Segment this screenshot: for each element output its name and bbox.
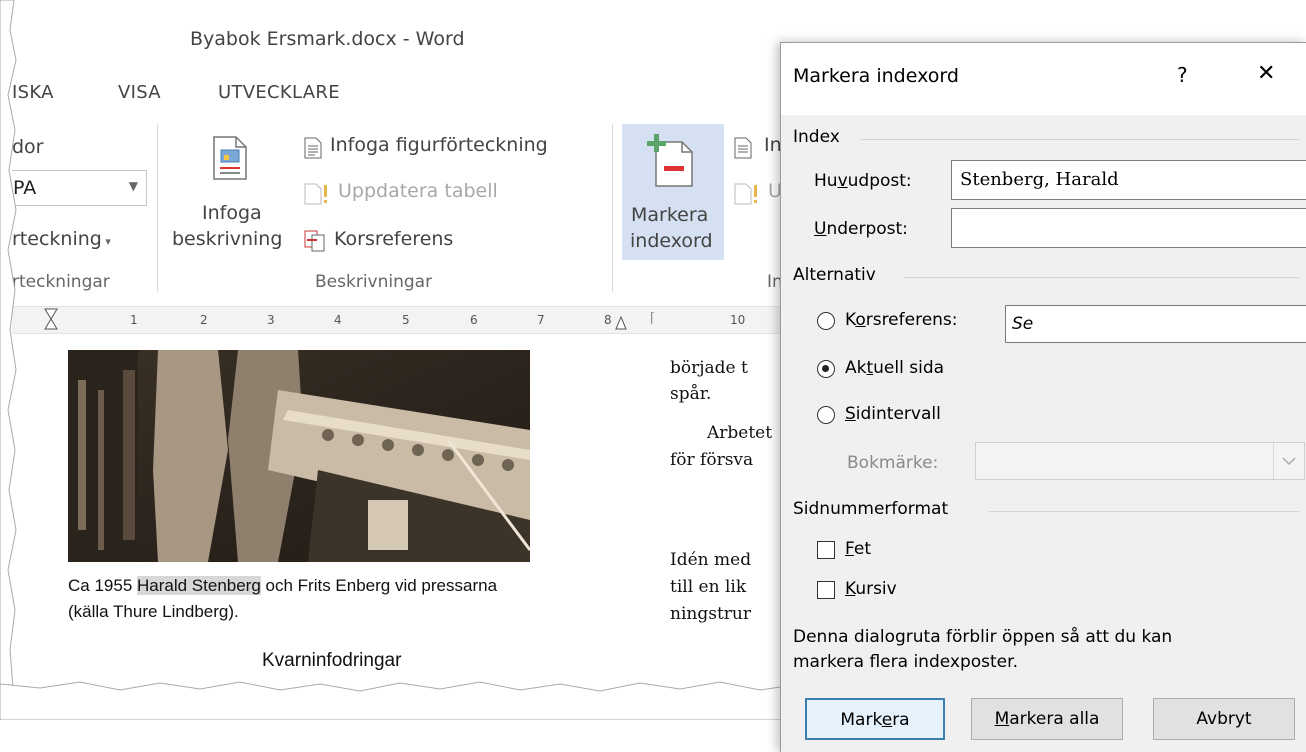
markera-indexord-button[interactable]: Markera indexord [622,124,724,260]
window-title: Byabok Ersmark.docx - Word [190,28,465,50]
info-text-line1: Denna dialogruta förblir öppen så att du… [793,627,1173,647]
ruler-number: 8 [604,313,612,327]
body-text-line: spår. [670,384,712,404]
section-index-label: Index [793,127,840,147]
fet-label: Fet [845,539,871,559]
ribbon-separator [612,124,613,292]
update-index-icon [734,183,757,205]
style-dropdown[interactable]: PA ▼ [12,170,147,206]
bokmarke-label: Bokmärke: [847,453,939,473]
column-marker-icon[interactable]: ⌈ [650,311,655,326]
section-sidnummerformat-label: Sidnummerformat [793,499,949,519]
close-button[interactable]: ✕ [1257,61,1275,86]
section-alternativ-label: Alternativ [793,265,876,285]
torn-edge-left [0,0,17,700]
chevron-down-icon: ▾ [101,235,111,248]
body-text-line: Arbetet [707,423,773,443]
infoga-index-label: In [764,134,782,156]
caption-pre: Ca 1955 [68,576,137,595]
mark-index-entry-dialog: Markera indexord ? ✕ Index Huvudpost: St… [780,42,1306,752]
underpost-input[interactable] [951,208,1306,248]
caption-icon [213,136,247,180]
body-text-line: ningstrur [670,604,751,624]
horizontal-ruler[interactable]: 1 2 3 4 5 6 7 8 ⌈ 10 [12,306,780,334]
infoga-beskrivning-line1: Infoga [202,202,262,224]
sidintervall-label: Sidintervall [845,404,941,424]
caption-post: och Frits Enberg vid pressarna [260,576,498,595]
section-divider [903,277,1299,278]
document-photo [68,350,530,562]
chevron-down-icon: ▼ [128,179,138,193]
caption-highlight: Harald Stenberg [137,576,261,595]
tab-visa[interactable]: VISA [118,82,161,103]
chevron-down-icon [1282,457,1296,466]
ruler-number: 5 [402,313,410,327]
body-text-line: började t [670,358,748,378]
section-heading: Kvarninfodringar [262,650,402,671]
markera-alla-button[interactable]: Markera alla [971,698,1123,740]
huvudpost-value: Stenberg, Harald [960,169,1119,190]
section-divider [989,511,1299,512]
korsreferens-radio-label: Korsreferens: [845,310,958,330]
underpost-label: Underpost: [814,219,908,239]
dialog-title: Markera indexord [793,65,959,87]
ribbon-separator [157,124,158,292]
mark-entry-icon [647,134,693,187]
infoga-beskrivning-button[interactable]: Infoga beskrivning [172,132,292,260]
bokmarke-dropdown-arrow [1273,443,1304,479]
help-button[interactable]: ? [1177,63,1188,87]
ruler-number: 3 [267,313,275,327]
body-text-line: Idén med [670,550,752,570]
markera-button[interactable]: Markera [805,698,945,740]
update-table-icon [304,183,327,205]
korsreferens-value: Se [1012,314,1034,334]
section-divider [861,139,1299,140]
body-text-line: för försva [670,450,754,470]
kursiv-label: Kursiv [845,579,897,599]
ruler-number: 1 [130,313,138,327]
bokmarke-select [975,442,1305,480]
aktuell-sida-radio[interactable] [817,360,835,378]
ruler-number: 4 [334,313,342,327]
body-text-line: till en lik [670,577,747,597]
ruler-number: 6 [470,313,478,327]
sidintervall-radio[interactable] [817,406,835,424]
dialog-titlebar[interactable]: Markera indexord ? ✕ [781,43,1306,115]
ruler-number: 2 [200,313,208,327]
photo-caption: Ca 1955 Harald Stenberg och Frits Enberg… [68,576,497,596]
ruler-number: 10 [730,313,746,327]
infoga-beskrivning-line2: beskrivning [172,228,283,250]
indent-marker-icon[interactable] [44,307,58,333]
tab-utvecklare[interactable]: UTVECKLARE [218,82,340,103]
aktuell-sida-label: Aktuell sida [845,358,945,378]
markera-indexord-line2: indexord [630,230,713,252]
infoga-figurforteckning-label: Infoga figurförteckning [330,134,548,156]
photo-caption-line2: (källa Thure Lindberg). [68,602,239,621]
kursiv-checkbox[interactable] [817,581,835,599]
right-indent-marker-icon[interactable] [614,309,628,331]
cross-reference-icon [304,230,325,252]
korsreferens-radio[interactable] [817,312,835,330]
huvudpost-label: Huvudpost: [814,171,912,191]
korsreferens-input[interactable]: Se [1005,305,1306,343]
avbryt-button[interactable]: Avbryt [1153,698,1295,740]
markera-indexord-line1: Markera [631,204,709,226]
radio-selected-dot [822,365,829,372]
ruler-number: 7 [537,313,545,327]
huvudpost-input[interactable]: Stenberg, Harald [951,160,1306,200]
fet-checkbox[interactable] [817,541,835,559]
index-icon [734,137,752,159]
info-text-line2: markera flera indexposter. [793,652,1018,672]
korsreferens-label: Korsreferens [334,228,454,250]
group-label-beskrivningar: Beskrivningar [315,272,433,292]
uppdatera-tabell-label: Uppdatera tabell [338,180,498,202]
figure-list-icon [304,137,322,159]
